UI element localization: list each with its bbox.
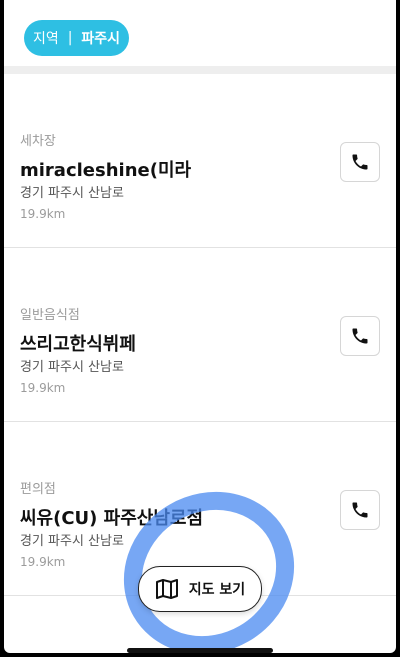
home-indicator bbox=[127, 648, 273, 653]
phone-icon bbox=[352, 328, 368, 344]
region-filter-chip[interactable]: 지역 | 파주시 bbox=[24, 20, 129, 56]
header: 지역 | 파주시 bbox=[4, 0, 396, 66]
region-separator: | bbox=[67, 30, 73, 46]
store-address: 경기 파주시 산남로 bbox=[20, 534, 124, 549]
map-view-label: 지도 보기 bbox=[188, 582, 246, 598]
screen: 지역 | 파주시 세차장 miracleshine(미라 경기 파주시 산남로 … bbox=[4, 0, 396, 653]
phone-icon bbox=[352, 502, 368, 518]
store-distance: 19.9km bbox=[20, 381, 66, 395]
store-address: 경기 파주시 산남로 bbox=[20, 186, 124, 201]
store-name: 쓰리고한식뷔페 bbox=[20, 334, 136, 355]
store-address: 경기 파주시 산남로 bbox=[20, 360, 124, 375]
call-button[interactable] bbox=[340, 142, 380, 182]
map-icon bbox=[155, 579, 178, 599]
store-distance: 19.9km bbox=[20, 207, 66, 221]
region-value: 파주시 bbox=[81, 31, 121, 47]
store-name: miracleshine(미라 bbox=[20, 160, 192, 181]
call-button[interactable] bbox=[340, 490, 380, 530]
store-item[interactable]: 세차장 miracleshine(미라 경기 파주시 산남로 19.9km bbox=[4, 74, 396, 248]
store-category: 일반음식점 bbox=[20, 308, 80, 323]
phone-icon bbox=[352, 154, 368, 170]
store-distance: 19.9km bbox=[20, 555, 66, 569]
call-button[interactable] bbox=[340, 316, 380, 356]
store-category: 편의점 bbox=[20, 482, 56, 497]
section-divider bbox=[4, 66, 396, 74]
store-category: 세차장 bbox=[20, 134, 56, 149]
store-item[interactable]: 일반음식점 쓰리고한식뷔페 경기 파주시 산남로 19.9km bbox=[4, 248, 396, 422]
map-view-button[interactable]: 지도 보기 bbox=[138, 566, 262, 612]
region-key: 지역 bbox=[32, 31, 59, 47]
